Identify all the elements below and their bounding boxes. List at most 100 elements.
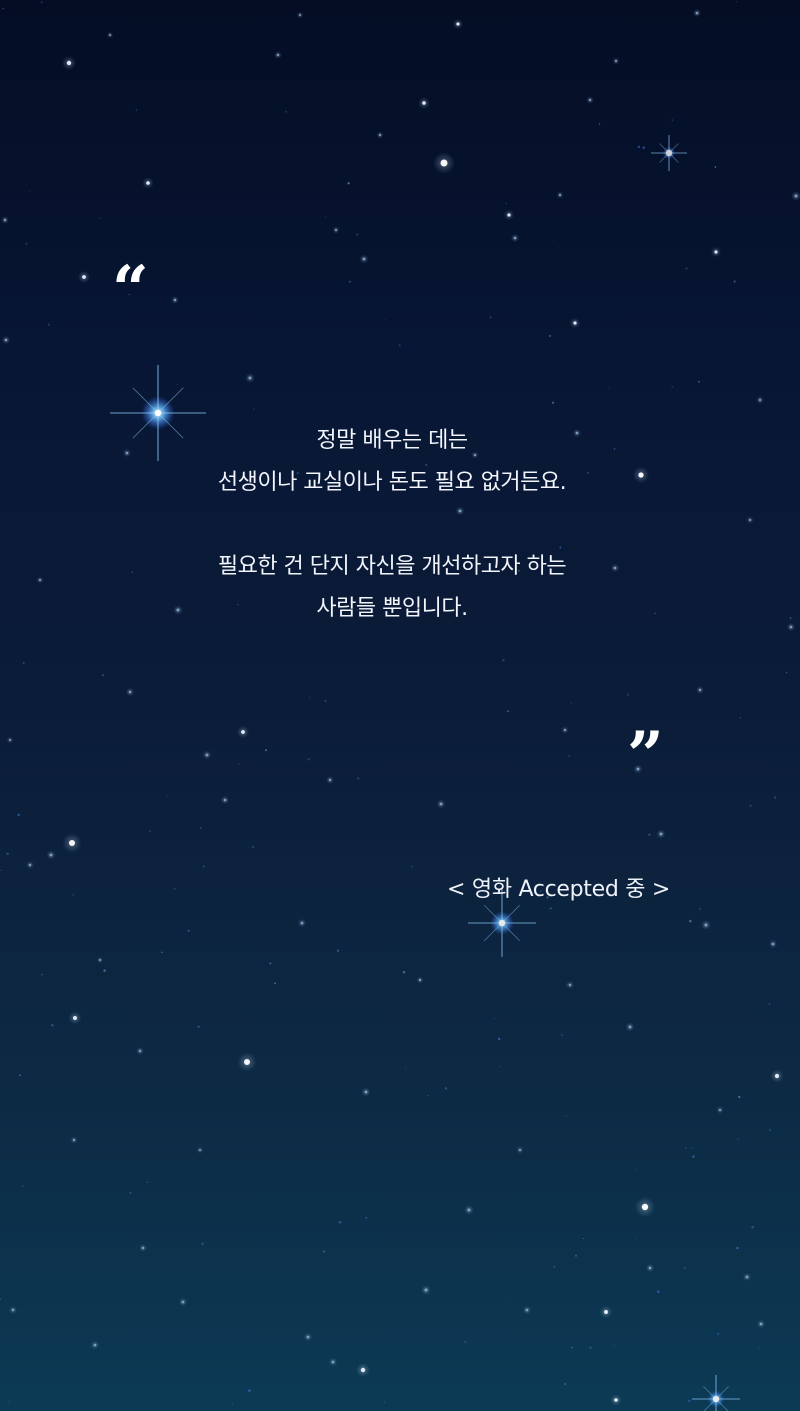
faint-star [6, 852, 9, 855]
star [695, 11, 699, 15]
star [440, 159, 448, 167]
star [299, 14, 301, 16]
faint-star [565, 984, 567, 986]
star [467, 1208, 471, 1212]
faint-star [202, 865, 205, 868]
star [771, 942, 775, 946]
star [205, 753, 209, 757]
star [704, 923, 708, 927]
faint-star [717, 1332, 720, 1335]
star [362, 257, 366, 261]
faint-star [548, 334, 552, 338]
faint-star [269, 962, 272, 965]
star [659, 832, 663, 836]
faint-star [248, 1389, 251, 1392]
star [378, 133, 382, 137]
star [109, 34, 111, 36]
faint-star [384, 319, 386, 321]
star [614, 59, 618, 63]
faint-star [201, 1242, 204, 1246]
faint-star [2, 7, 5, 10]
faint-star [749, 804, 752, 807]
star [276, 53, 280, 57]
star [49, 853, 53, 857]
star [11, 1308, 15, 1312]
star [648, 1266, 652, 1270]
faint-star [499, 1065, 501, 1067]
faint-star [274, 982, 276, 985]
quote-line: 선생이나 교실이나 돈도 필요 없거든요. [217, 470, 567, 495]
faint-star [565, 1115, 567, 1117]
faint-star [324, 700, 327, 703]
star [456, 22, 460, 26]
faint-star [574, 1254, 578, 1257]
faint-star [773, 796, 777, 799]
faint-star [25, 242, 28, 245]
faint-star [146, 1181, 149, 1184]
star [331, 1360, 335, 1364]
star [424, 1288, 428, 1292]
star [4, 338, 8, 342]
star [748, 518, 752, 522]
star [306, 1335, 310, 1339]
star [794, 194, 798, 198]
faint-star [683, 1266, 686, 1269]
star [518, 1148, 522, 1152]
faint-star [505, 202, 507, 205]
faint-star [22, 1185, 24, 1187]
faint-star [307, 758, 310, 761]
faint-star [200, 827, 202, 829]
star [241, 730, 245, 734]
faint-star [692, 1155, 695, 1158]
star [507, 213, 511, 217]
faint-star [559, 246, 561, 248]
faint-star [135, 109, 138, 111]
faint-star [29, 191, 31, 193]
faint-star [231, 1403, 234, 1405]
faint-star [357, 777, 360, 780]
star [199, 1149, 201, 1151]
faint-star [103, 969, 106, 972]
star [300, 921, 304, 925]
star [525, 1308, 529, 1312]
close-quote-mark: ” [627, 718, 664, 793]
star [138, 1049, 142, 1053]
faint-star [698, 907, 701, 910]
faint-star [502, 659, 505, 662]
star [146, 181, 150, 185]
faint-star [197, 1025, 200, 1028]
faint-star [0, 1298, 1, 1300]
faint-star [648, 833, 651, 836]
star [244, 1059, 250, 1065]
faint-star [568, 755, 571, 757]
faint-star [47, 323, 51, 326]
faint-star [614, 1345, 616, 1347]
star [73, 1016, 77, 1020]
quote-text: 정말 배우는 데는 선생이나 교실이나 돈도 필요 없거든요. 필요한 건 단지… [100, 420, 684, 630]
star [698, 688, 702, 692]
star [422, 101, 426, 105]
faint-star [72, 894, 74, 896]
faint-star [671, 386, 673, 388]
faint-star [685, 1147, 687, 1149]
star [173, 298, 177, 302]
star [789, 625, 793, 629]
star [774, 1073, 780, 1079]
faint-star [598, 123, 601, 125]
faint-star [635, 1237, 637, 1239]
faint-star [768, 1003, 771, 1005]
star [248, 376, 252, 380]
faint-star [17, 813, 20, 817]
star [38, 578, 42, 582]
star [745, 1275, 749, 1279]
faint-star [265, 749, 268, 752]
faint-star [309, 697, 311, 699]
faint-star [657, 1290, 660, 1293]
faint-star [324, 216, 326, 218]
faint-star [101, 674, 104, 677]
star [604, 1310, 608, 1314]
faint-star [404, 1067, 407, 1070]
star [99, 959, 101, 961]
faint-star [51, 1024, 54, 1027]
